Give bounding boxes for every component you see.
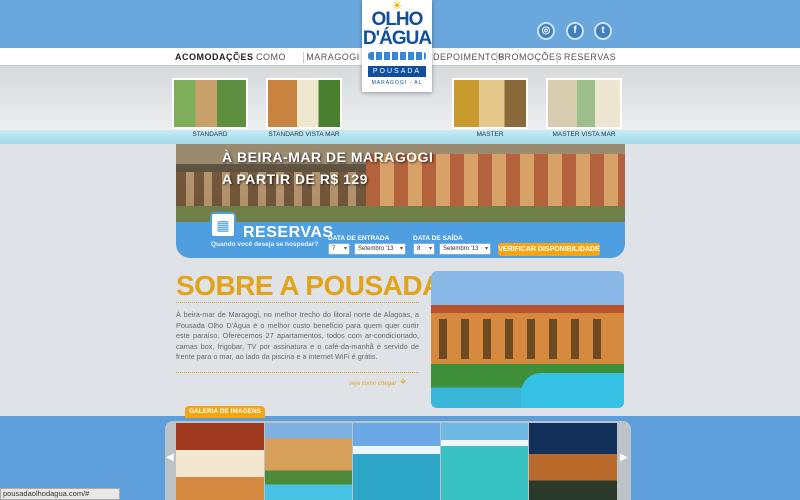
nav-promocoes[interactable]: PROMOÇÕES: [498, 48, 562, 66]
twitter-icon[interactable]: t: [594, 22, 612, 40]
room-master-label[interactable]: MASTER: [452, 131, 528, 138]
checkin-label: DATA DE ENTRADA: [328, 235, 390, 242]
hero-banner[interactable]: À BEIRA-MAR DE MARAGOGI A PARTIR DE R$ 1…: [176, 144, 625, 222]
gallery-image-breakfast[interactable]: [176, 423, 264, 500]
logo-line1: OLHO: [371, 9, 424, 30]
nav-reservas[interactable]: RESERVAS: [559, 48, 621, 66]
about-title: SOBRE A POUSADA: [176, 270, 442, 301]
nav-divider: [303, 52, 304, 63]
checkout-day-select[interactable]: 8: [413, 243, 435, 255]
nav-acomodacoes[interactable]: ACOMODAÇÕES: [175, 48, 253, 66]
status-url: pousadaolhodagua.com/#: [0, 488, 120, 500]
facebook-icon[interactable]: f: [566, 22, 584, 40]
logo-line2: D'ÁGUA: [362, 28, 432, 49]
reservation-title: RESERVAS: [243, 224, 334, 241]
room-standard-vista-mar-label[interactable]: STANDARD VISTA MAR: [256, 131, 352, 138]
banner-price: A PARTIR DE R$ 129: [222, 171, 368, 187]
room-standard-label[interactable]: STANDARD: [172, 131, 248, 138]
logo-sub: MARAGOGI · AL: [371, 80, 423, 86]
nav-divider: [496, 52, 497, 63]
room-standard-image[interactable]: [172, 78, 248, 129]
room-master-vista-mar-label[interactable]: MASTER VISTA MAR: [536, 131, 632, 138]
gallery-image-reef[interactable]: [441, 423, 528, 500]
checkout-month-select[interactable]: Setembro '13: [439, 243, 491, 255]
checkin-day-select[interactable]: 7: [328, 243, 350, 255]
nav-como-chegar[interactable]: COMO CHEGAR: [240, 48, 302, 80]
check-availability-button[interactable]: VERIFICAR DISPONIBILIDADE: [498, 243, 600, 256]
gallery-image-night[interactable]: [529, 423, 617, 500]
map-pin-icon[interactable]: ⌖: [400, 376, 414, 390]
gallery-tab[interactable]: GALERIA DE IMAGENS: [185, 406, 265, 418]
photo-roof: [431, 305, 624, 313]
logo-pousada: POUSADA: [368, 66, 426, 77]
room-standard-vista-mar-image[interactable]: [266, 78, 342, 129]
rooms-label-band: [0, 130, 800, 144]
room-master-image[interactable]: [452, 78, 528, 129]
reservation-subtitle: Quando você deseja se hospedar?: [211, 241, 319, 248]
calendar-icon: ▦: [210, 212, 236, 238]
nav-divider: [238, 52, 239, 63]
photo-pool: [521, 373, 624, 408]
room-master-vista-mar-image[interactable]: [546, 78, 622, 129]
gallery-prev-icon[interactable]: ◀: [166, 452, 174, 463]
gallery-image-pool[interactable]: [265, 423, 352, 500]
photo-windows: [439, 319, 614, 359]
banner-grass: [176, 206, 625, 222]
waves-icon: [368, 52, 426, 60]
nav-maragogi[interactable]: MARAGOGI: [305, 48, 361, 66]
nav-divider: [557, 52, 558, 63]
banner-headline: À BEIRA-MAR DE MARAGOGI: [222, 149, 434, 165]
divider: [176, 302, 419, 303]
directions-link[interactable]: veja como chegar: [349, 381, 396, 387]
gallery-next-icon[interactable]: ▶: [620, 452, 628, 463]
divider: [176, 372, 419, 373]
gallery-image-sea[interactable]: [353, 423, 440, 500]
nav-depoimentos[interactable]: DEPOIMENTOS: [433, 48, 504, 66]
pousada-photo: [431, 271, 624, 408]
checkin-month-select[interactable]: Setembro '13: [354, 243, 406, 255]
about-text: À beira-mar de Maragogi, no melhor trech…: [176, 310, 419, 361]
tripadvisor-icon[interactable]: ◎: [537, 22, 555, 40]
site-logo[interactable]: ☀ OLHO D'ÁGUA POUSADA MARAGOGI · AL: [362, 0, 432, 92]
checkout-label: DATA DE SAÍDA: [413, 235, 463, 242]
